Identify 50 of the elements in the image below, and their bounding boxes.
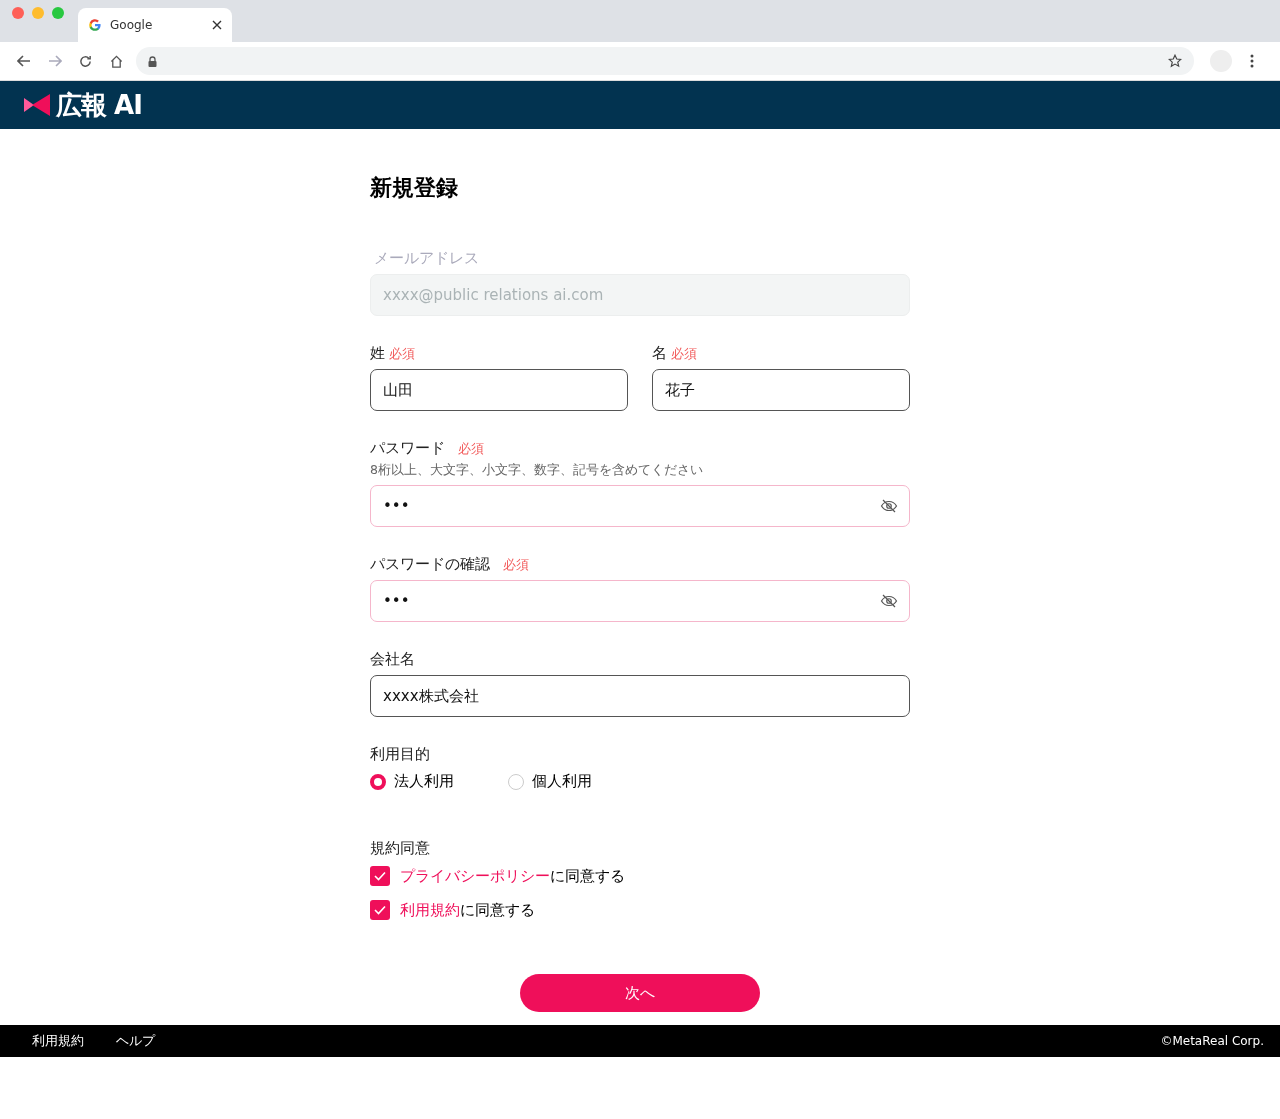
hide-password-icon[interactable]: [880, 497, 898, 515]
field-label: 姓: [370, 344, 385, 363]
lock-icon: [148, 55, 157, 67]
required-label: 必須: [457, 440, 484, 458]
footer-link[interactable]: 利用規約: [32, 1032, 84, 1050]
menu-icon[interactable]: [1250, 54, 1254, 68]
radio-option[interactable]: 個人利用: [508, 772, 592, 791]
name-field[interactable]: 花子: [652, 369, 910, 411]
next-button[interactable]: 次へ: [520, 974, 760, 1012]
password-field[interactable]: •••: [370, 485, 910, 527]
checkbox[interactable]: [370, 866, 390, 886]
back-icon[interactable]: [16, 55, 31, 67]
logo-text: 広報 AI: [56, 88, 142, 122]
company-field[interactable]: xxxx株式会社: [370, 675, 910, 717]
agreement-text: 利用規約に同意する: [400, 900, 535, 920]
field-label: 会社名: [370, 650, 415, 669]
terms-link[interactable]: プライバシーポリシー: [400, 866, 550, 885]
password-field[interactable]: •••: [370, 580, 910, 622]
logo-icon: [24, 94, 50, 116]
check-icon: [374, 871, 386, 881]
field-label: パスワード: [370, 439, 445, 458]
close-tab-icon[interactable]: [212, 20, 222, 30]
field-label: 名: [652, 344, 667, 363]
close-window-icon[interactable]: [12, 7, 24, 19]
page-title: 新規登録: [370, 174, 459, 202]
check-icon: [374, 905, 386, 915]
radio-button[interactable]: [370, 773, 386, 790]
terms-link[interactable]: 利用規約: [400, 900, 460, 919]
google-icon: [88, 18, 102, 32]
section-label: 規約同意: [370, 839, 430, 858]
field-label: メールアドレス: [373, 249, 479, 268]
required-label: 必須: [671, 345, 697, 363]
checkbox[interactable]: [370, 900, 390, 920]
star-icon[interactable]: [1168, 54, 1182, 68]
footer-link[interactable]: ヘルプ: [116, 1032, 155, 1050]
forward-icon[interactable]: [47, 55, 62, 67]
agreement-text: プライバシーポリシーに同意する: [400, 866, 625, 886]
radio-option[interactable]: 法人利用: [370, 772, 454, 791]
reload-icon[interactable]: [79, 54, 92, 68]
copyright-text: ©MetaReal Corp.: [1160, 1034, 1264, 1048]
home-icon[interactable]: [110, 54, 123, 68]
required-label: 必須: [389, 345, 415, 363]
required-label: 必須: [502, 556, 529, 574]
browser-tab[interactable]: Google: [78, 8, 232, 42]
section-label: 利用目的: [370, 745, 430, 764]
name-field[interactable]: 山田: [370, 369, 628, 411]
hide-password-icon[interactable]: [880, 592, 898, 610]
field-hint: 8桁以上、大文字、小文字、数字、記号を含めてください: [370, 462, 704, 479]
field-label: パスワードの確認: [370, 555, 490, 574]
tab-title: Google: [110, 18, 154, 32]
